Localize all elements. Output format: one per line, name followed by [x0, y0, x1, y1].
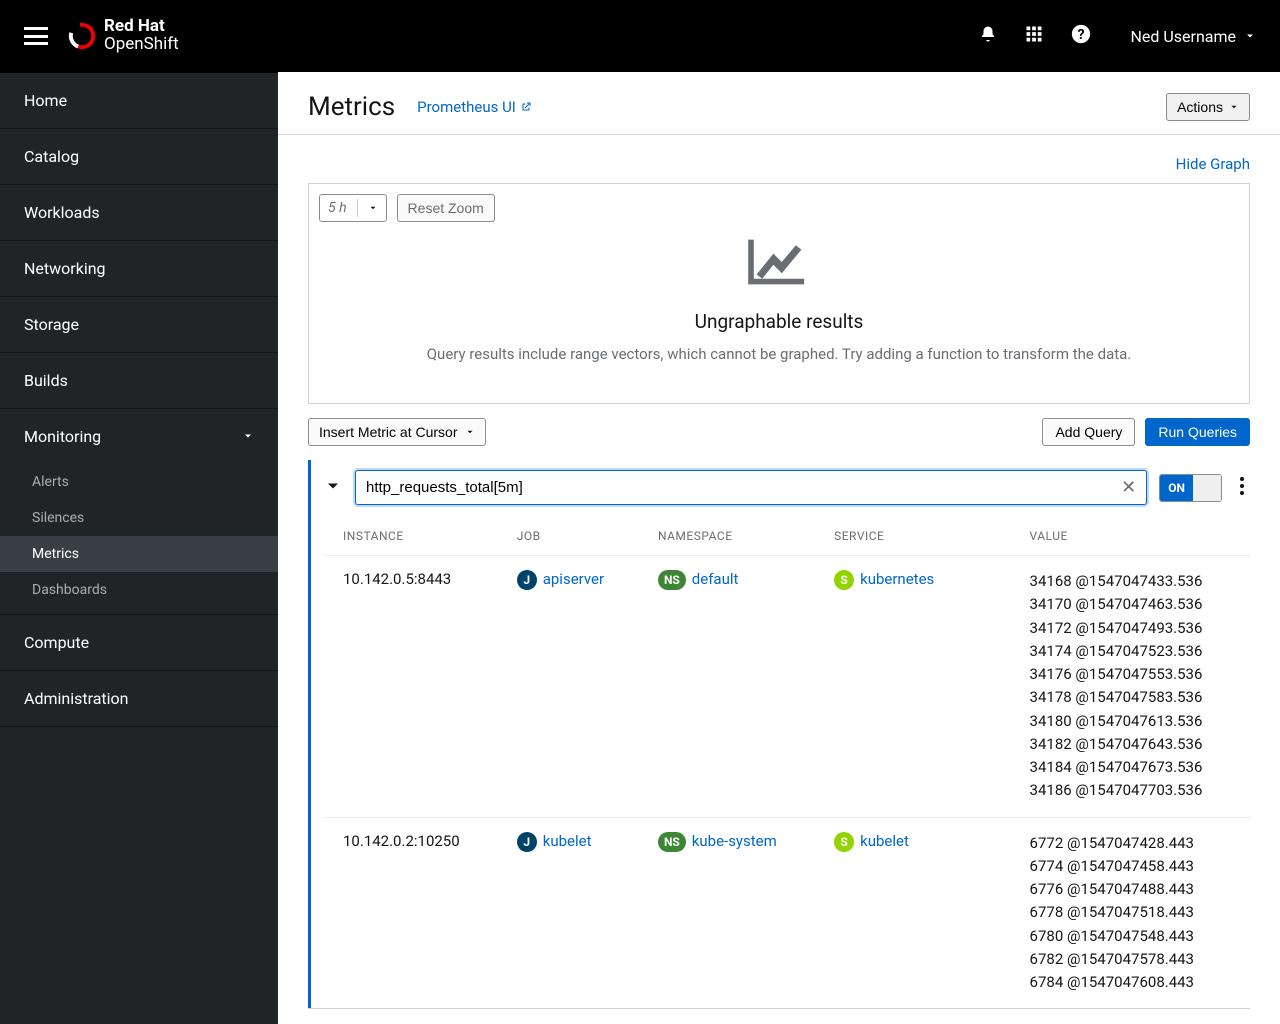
- chart-icon: [743, 234, 815, 290]
- apps-grid-icon[interactable]: [1025, 25, 1043, 47]
- sidebar-item-compute[interactable]: Compute: [0, 615, 278, 671]
- bell-icon[interactable]: [979, 25, 997, 47]
- th-value: VALUE: [970, 515, 1250, 556]
- job-link[interactable]: apiserver: [543, 570, 604, 588]
- sidebar-item-label: Metrics: [32, 546, 79, 562]
- sidebar-item-label: Silences: [32, 510, 84, 526]
- actions-button[interactable]: Actions: [1166, 93, 1250, 121]
- query-toggle[interactable]: ON: [1159, 474, 1222, 502]
- query-input[interactable]: [356, 471, 1111, 504]
- redhat-logo-icon: [68, 22, 96, 50]
- user-menu[interactable]: Ned Username: [1131, 27, 1256, 46]
- graph-empty-state: Ungraphable results Query results includ…: [319, 222, 1239, 393]
- link-label: Hide Graph: [1176, 155, 1250, 173]
- sidebar-item-label: Administration: [24, 689, 129, 708]
- service-link[interactable]: kubernetes: [860, 570, 934, 588]
- select-value: 5 h: [328, 200, 347, 216]
- cell-instance: 10.142.0.5:8443: [323, 556, 497, 818]
- sidebar: Home Catalog Workloads Networking Storag…: [0, 72, 278, 1024]
- chevron-down-icon: [242, 427, 254, 446]
- cell-namespace: NSkube-system: [638, 817, 814, 1008]
- cell-values: 34168 @1547047433.53634170 @1547047463.5…: [970, 556, 1250, 818]
- cell-job: Jkubelet: [497, 817, 638, 1008]
- query-panel: ✕ ON INSTANCE JOB: [308, 460, 1250, 1009]
- page-header: Metrics Prometheus UI Actions: [278, 72, 1280, 135]
- sidebar-item-label: Workloads: [24, 203, 100, 222]
- sidebar-item-label: Catalog: [24, 147, 79, 166]
- user-name: Ned Username: [1131, 27, 1236, 46]
- sidebar-item-catalog[interactable]: Catalog: [0, 129, 278, 185]
- cell-job: Japiserver: [497, 556, 638, 818]
- cell-service: Skubernetes: [814, 556, 969, 818]
- svg-text:?: ?: [1077, 27, 1084, 43]
- insert-metric-button[interactable]: Insert Metric at Cursor: [308, 418, 486, 446]
- query-input-wrap: ✕: [355, 470, 1147, 505]
- sidebar-item-networking[interactable]: Networking: [0, 241, 278, 297]
- job-link[interactable]: kubelet: [543, 832, 592, 850]
- sidebar-item-dashboards[interactable]: Dashboards: [0, 572, 278, 608]
- cell-service: Skubelet: [814, 817, 969, 1008]
- reset-zoom-button[interactable]: Reset Zoom: [397, 194, 495, 222]
- sidebar-item-builds[interactable]: Builds: [0, 353, 278, 409]
- chevron-down-icon: [323, 476, 343, 496]
- kebab-menu-icon[interactable]: [1234, 477, 1250, 499]
- sidebar-item-label: Monitoring: [24, 427, 101, 446]
- cell-values: 6772 @1547047428.4436774 @1547047458.443…: [970, 817, 1250, 1008]
- empty-body: Query results include range vectors, whi…: [339, 345, 1219, 363]
- query-toolbar: Insert Metric at Cursor Add Query Run Qu…: [308, 418, 1250, 446]
- page-title: Metrics: [308, 92, 395, 122]
- add-query-button[interactable]: Add Query: [1042, 418, 1135, 446]
- collapse-toggle[interactable]: [323, 476, 343, 500]
- button-label: Insert Metric at Cursor: [319, 424, 457, 440]
- toggle-label: ON: [1160, 475, 1193, 501]
- sidebar-item-silences[interactable]: Silences: [0, 500, 278, 536]
- main: Metrics Prometheus UI Actions Hide Graph…: [278, 72, 1280, 1024]
- brand: Red Hat OpenShift: [68, 18, 179, 54]
- sidebar-item-label: Alerts: [32, 474, 69, 490]
- sidebar-item-label: Storage: [24, 315, 79, 334]
- masthead: Red Hat OpenShift ? Ned Username: [0, 0, 1280, 72]
- brand-line2: OpenShift: [104, 36, 179, 54]
- empty-title: Ungraphable results: [339, 310, 1219, 333]
- link-label: Prometheus UI: [417, 98, 516, 116]
- th-job: JOB: [497, 515, 638, 556]
- table-row: 10.142.0.2:10250JkubeletNSkube-systemSku…: [323, 817, 1250, 1008]
- external-link-icon: [520, 101, 532, 113]
- help-icon[interactable]: ?: [1071, 24, 1091, 48]
- sidebar-item-monitoring[interactable]: Monitoring: [0, 409, 278, 464]
- chevron-down-icon: [1244, 30, 1256, 42]
- th-namespace: NAMESPACE: [638, 515, 814, 556]
- sidebar-item-home[interactable]: Home: [0, 73, 278, 129]
- graph-panel: 5 h Reset Zoom Ungraphable results Query…: [308, 183, 1250, 404]
- clear-query-icon[interactable]: ✕: [1111, 477, 1146, 498]
- sidebar-item-label: Networking: [24, 259, 106, 278]
- hamburger-menu-icon[interactable]: [24, 27, 48, 45]
- run-queries-button[interactable]: Run Queries: [1145, 418, 1250, 446]
- namespace-link[interactable]: kube-system: [692, 832, 777, 850]
- service-link[interactable]: kubelet: [860, 832, 909, 850]
- cell-namespace: NSdefault: [638, 556, 814, 818]
- sidebar-item-metrics[interactable]: Metrics: [0, 536, 278, 572]
- namespace-link[interactable]: default: [692, 570, 739, 588]
- button-label: Actions: [1177, 99, 1223, 115]
- chevron-down-icon: [465, 427, 475, 437]
- chevron-down-icon: [1229, 102, 1239, 112]
- sidebar-item-label: Home: [24, 91, 67, 110]
- results-table: INSTANCE JOB NAMESPACE SERVICE VALUE 10.…: [308, 515, 1250, 1008]
- sidebar-item-workloads[interactable]: Workloads: [0, 185, 278, 241]
- sidebar-item-label: Compute: [24, 633, 89, 652]
- sidebar-item-storage[interactable]: Storage: [0, 297, 278, 353]
- table-row: 10.142.0.5:8443JapiserverNSdefaultSkuber…: [323, 556, 1250, 818]
- th-service: SERVICE: [814, 515, 969, 556]
- sidebar-item-alerts[interactable]: Alerts: [0, 464, 278, 500]
- prometheus-ui-link[interactable]: Prometheus UI: [417, 98, 532, 116]
- sidebar-item-label: Dashboards: [32, 582, 107, 598]
- chevron-down-icon: [368, 203, 378, 213]
- hide-graph-link[interactable]: Hide Graph: [308, 155, 1250, 173]
- cell-instance: 10.142.0.2:10250: [323, 817, 497, 1008]
- th-instance: INSTANCE: [323, 515, 497, 556]
- time-window-select[interactable]: 5 h: [319, 194, 387, 222]
- sidebar-item-label: Builds: [24, 371, 68, 390]
- sidebar-item-administration[interactable]: Administration: [0, 671, 278, 727]
